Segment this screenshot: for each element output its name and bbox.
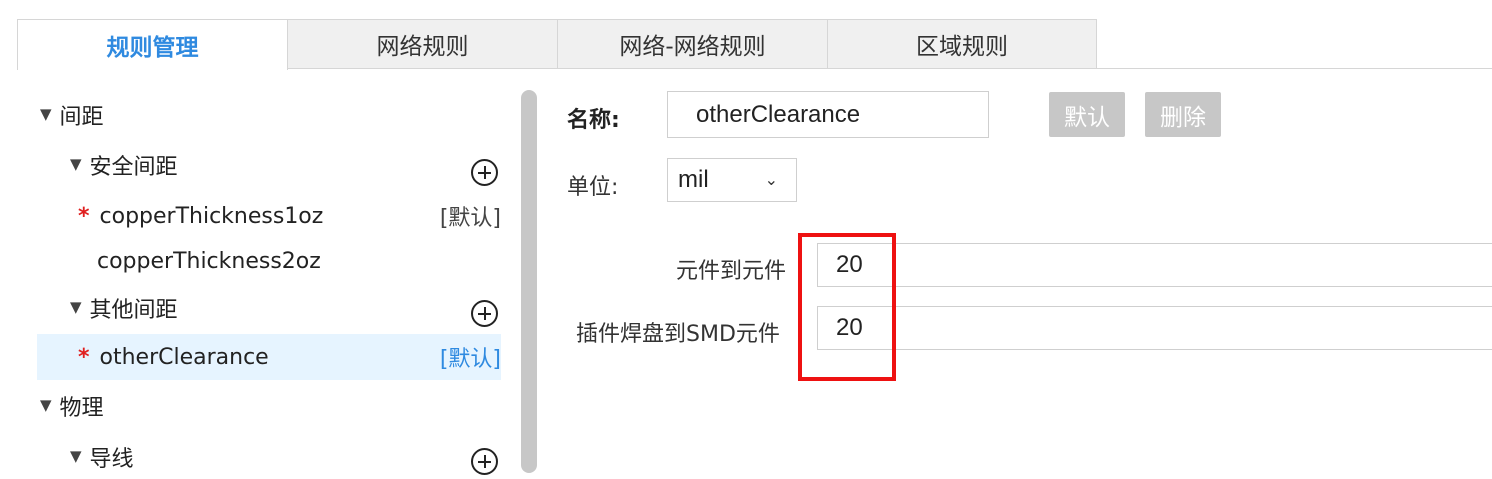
- annotation-highlight-box: [798, 233, 896, 381]
- tree-item-label: otherClearance: [99, 344, 269, 370]
- tree-group-physical[interactable]: ▼ 物理: [40, 384, 104, 428]
- tree-item-copper1oz[interactable]: * copperThickness1oz [默认]: [78, 194, 508, 238]
- tab-net-to-net-rules[interactable]: 网络-网络规则: [557, 19, 828, 68]
- name-label: 名称:: [567, 108, 620, 133]
- tab-rule-management[interactable]: 规则管理: [17, 19, 288, 70]
- add-rule-icon[interactable]: [471, 448, 498, 475]
- caret-down-icon: ▼: [40, 105, 52, 123]
- delete-button[interactable]: 删除: [1145, 92, 1221, 137]
- unit-value: mil: [678, 166, 709, 193]
- default-tag: [默认]: [439, 347, 501, 372]
- tab-net-rules[interactable]: 网络规则: [287, 19, 558, 68]
- tree-subgroup-other-spacing[interactable]: ▼ 其他间距: [70, 286, 178, 330]
- required-marker: *: [78, 203, 90, 229]
- tree-item-label: copperThickness2oz: [97, 248, 321, 274]
- tree-group-label: 物理: [59, 396, 104, 421]
- tree-subgroup-safety-spacing[interactable]: ▼ 安全间距: [70, 143, 178, 187]
- tab-divider: [288, 68, 1492, 69]
- caret-down-icon: ▼: [70, 155, 82, 173]
- tht-to-smd-input[interactable]: [817, 306, 1492, 350]
- name-input[interactable]: [667, 91, 989, 138]
- comp-to-comp-input[interactable]: [817, 243, 1492, 287]
- required-marker: *: [78, 344, 90, 370]
- tree-subgroup-label: 其他间距: [89, 298, 178, 323]
- tree-item-label: copperThickness1oz: [99, 203, 324, 229]
- tree-subgroup-label: 导线: [89, 447, 134, 472]
- caret-down-icon: ▼: [70, 298, 82, 316]
- tree-scrollbar[interactable]: [521, 90, 537, 473]
- comp-to-comp-label: 元件到元件: [676, 259, 787, 284]
- tree-item-other-clearance[interactable]: * otherClearance [默认]: [78, 335, 508, 379]
- caret-down-icon: ▼: [40, 396, 52, 414]
- chevron-down-icon: ⌄: [764, 172, 778, 189]
- tree-subgroup-wire[interactable]: ▼ 导线: [70, 435, 134, 479]
- tht-to-smd-label: 插件焊盘到SMD元件: [576, 322, 780, 347]
- unit-select[interactable]: mil ⌄: [667, 158, 797, 202]
- tree-group-spacing[interactable]: ▼ 间距: [40, 93, 104, 137]
- default-tag: [默认]: [439, 206, 501, 231]
- tree-item-copper2oz[interactable]: copperThickness2oz: [97, 239, 321, 283]
- tree-subgroup-label: 安全间距: [89, 155, 178, 180]
- unit-label: 单位:: [567, 175, 619, 200]
- default-button[interactable]: 默认: [1049, 92, 1125, 137]
- tab-region-rules[interactable]: 区域规则: [827, 19, 1097, 68]
- add-rule-icon[interactable]: [471, 159, 498, 186]
- tree-group-label: 间距: [59, 105, 104, 130]
- add-rule-icon[interactable]: [471, 300, 498, 327]
- caret-down-icon: ▼: [70, 447, 82, 465]
